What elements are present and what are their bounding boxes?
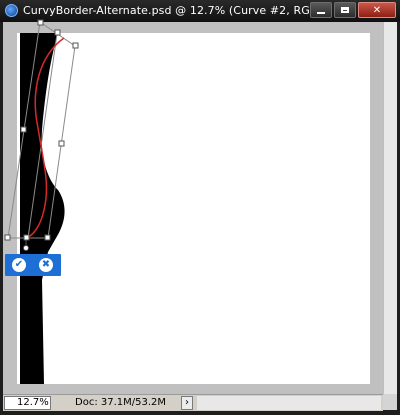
- handle-mid-left[interactable]: [20, 126, 27, 133]
- scrollbar-corner: [383, 394, 397, 410]
- document-size-info: Doc: 37.1M/53.2M: [75, 397, 167, 408]
- zoom-level-field[interactable]: 12.7%: [4, 396, 51, 410]
- cancel-transform-button[interactable]: ✖: [39, 258, 53, 272]
- handle-top-left[interactable]: [37, 19, 44, 26]
- transform-commit-bar: ✔ ✖: [5, 254, 61, 276]
- checkmark-icon: ✔: [14, 259, 24, 270]
- status-menu-arrow[interactable]: ›: [181, 396, 193, 410]
- horizontal-scrollbar[interactable]: [197, 396, 381, 410]
- handle-mid-right[interactable]: [58, 140, 65, 147]
- handle-top-right[interactable]: [72, 42, 79, 49]
- cancel-icon: ✖: [41, 259, 51, 270]
- status-bar: 12.7% Doc: 37.1M/53.2M ›: [3, 394, 383, 411]
- rotate-handle[interactable]: [23, 245, 29, 251]
- handle-bottom-mid[interactable]: [23, 234, 30, 241]
- commit-transform-button[interactable]: ✔: [12, 258, 26, 272]
- handle-bottom-left[interactable]: [4, 234, 11, 241]
- handle-top-mid[interactable]: [54, 29, 61, 36]
- handle-bottom-right[interactable]: [44, 234, 51, 241]
- black-curvy-shape: [20, 33, 65, 384]
- vertical-scrollbar[interactable]: [383, 22, 397, 394]
- chevron-right-icon: ›: [185, 397, 189, 408]
- canvas-overlay: [4, 19, 79, 384]
- photoshop-document-window: CurvyBorder-Alternate.psd @ 12.7% (Curve…: [0, 0, 400, 415]
